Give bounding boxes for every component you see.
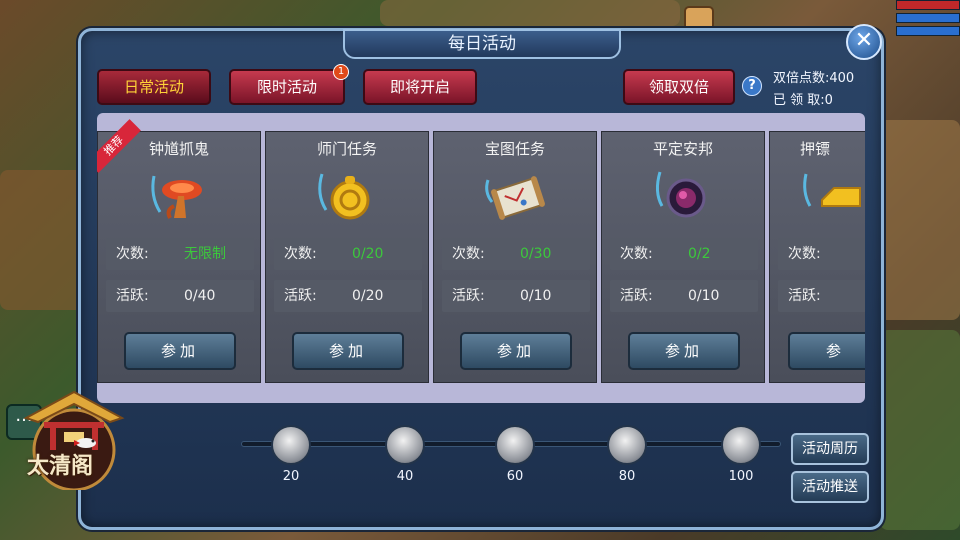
join-button[interactable]: 参加 (460, 332, 572, 370)
daily-activity-panel: 每日活动 日常活动 限时活动 1 即将开启 领取双倍 ? 双倍点数:400 已 … (78, 28, 884, 530)
activity-calendar-button[interactable]: 活动周历 (791, 433, 869, 465)
milestone-reward[interactable]: 60 (495, 425, 535, 484)
activity-name: 平定安邦 (652, 140, 713, 158)
tab-label: 限时活动 (256, 78, 317, 96)
help-icon[interactable]: ? (742, 76, 762, 96)
tab-limited[interactable]: 限时活动 1 (229, 64, 349, 105)
milestone-label: 20 (282, 469, 300, 484)
activity-label: 活跃: (620, 288, 653, 304)
activity-label: 活跃: (116, 288, 149, 304)
count-row: 次数: 0/30 (442, 238, 590, 270)
double-points-label: 双倍点数: (773, 71, 830, 86)
bird-icon (74, 438, 96, 448)
count-label: 次数: (284, 246, 317, 262)
activity-row: 活跃: 0/10 (442, 280, 590, 312)
count-row: 次数: (778, 238, 865, 270)
join-button[interactable]: 参加 (124, 332, 236, 370)
double-points-value: 400 (829, 71, 855, 86)
milestone-reward[interactable]: 40 (385, 425, 425, 484)
activity-row: 活跃: 0/20 (274, 280, 422, 312)
activity-row: 活跃: 0/10 (610, 280, 758, 312)
activity-card: 平定安邦 次数: 0/2 活跃: 0/10 参加 (601, 131, 765, 383)
activity-card: 宝图任务 次数: 0/30 活跃: 0/10 参加 (433, 131, 597, 383)
claimed-label: 已 领 取: (773, 93, 825, 108)
background-roof (380, 0, 680, 26)
activity-card: 押镖 次数: 活跃: 参 (769, 131, 865, 383)
claim-double-button[interactable]: 领取双倍 (623, 69, 735, 105)
background-building (0, 170, 90, 310)
join-button[interactable]: 参加 (292, 332, 404, 370)
count-value: 0/20 (352, 246, 384, 262)
activity-card: 推荐 钟馗抓鬼 次数: 无限制 活跃: 0/40 参加 (97, 119, 261, 383)
count-value: 0/30 (520, 246, 552, 262)
milestone-label: 100 (728, 469, 754, 484)
count-value: 0/2 (688, 246, 711, 262)
reward-chest-icon (721, 425, 761, 465)
milestone-label: 80 (618, 469, 636, 484)
activity-name: 宝图任务 (484, 140, 545, 158)
activity-value: 0/40 (184, 288, 216, 304)
dark-orb-icon (655, 171, 706, 218)
tab-daily[interactable]: 日常活动 (97, 69, 211, 105)
status-bars (896, 0, 960, 44)
count-row: 次数: 0/2 (610, 238, 758, 270)
activity-label: 活跃: (284, 288, 317, 304)
reward-chest-icon (271, 425, 311, 465)
activity-name: 钟馗抓鬼 (148, 140, 209, 158)
close-button[interactable]: ✕ (846, 24, 882, 60)
milestone-label: 60 (506, 469, 524, 484)
notification-badge: 1 (333, 64, 349, 80)
count-row: 次数: 无限制 (106, 238, 254, 270)
count-value: 无限制 (184, 246, 226, 262)
background-tree (880, 330, 960, 530)
milestone-reward[interactable]: 100 (721, 425, 761, 484)
reward-chest-icon (495, 425, 535, 465)
pavilion-name: 太清阁 (26, 454, 93, 479)
join-button[interactable]: 参加 (628, 332, 740, 370)
claimed-value: 0 (824, 93, 833, 108)
double-points-info: 双倍点数:400 已 领 取:0 (773, 68, 854, 112)
tab-upcoming[interactable]: 即将开启 (363, 69, 477, 105)
activity-card: 师门任务 次数: 0/20 活跃: 0/20 参加 (265, 131, 429, 383)
count-label: 次数: (116, 246, 149, 262)
panel-title: 每日活动 (343, 29, 621, 59)
activity-name: 押镖 (800, 140, 831, 158)
join-button[interactable]: 参 (788, 332, 865, 370)
count-label: 次数: (452, 246, 485, 262)
treasure-map-icon (485, 176, 545, 220)
activity-row: 活跃: 0/40 (106, 280, 254, 312)
activity-name: 师门任务 (316, 140, 377, 158)
gold-bar-icon (803, 173, 861, 207)
reward-chest-icon (607, 425, 647, 465)
activity-label: 活跃: (788, 288, 821, 304)
activity-value: 0/10 (688, 288, 720, 304)
activity-card-list[interactable]: 推荐 钟馗抓鬼 次数: 无限制 活跃: 0/40 参加 师门任务 次数: 0/2… (97, 113, 865, 403)
activity-label: 活跃: (452, 288, 485, 304)
mushroom-icon (151, 175, 202, 219)
count-label: 次数: (788, 246, 821, 262)
reward-chest-icon (385, 425, 425, 465)
milestone-reward[interactable]: 20 (271, 425, 311, 484)
activity-row: 活跃: (778, 280, 865, 312)
activity-push-button[interactable]: 活动推送 (791, 471, 869, 503)
activity-value: 0/10 (520, 288, 552, 304)
count-label: 次数: (620, 246, 653, 262)
activity-value: 0/20 (352, 288, 384, 304)
count-row: 次数: 0/20 (274, 238, 422, 270)
milestone-reward[interactable]: 80 (607, 425, 647, 484)
gold-coin-icon (318, 173, 370, 220)
close-icon: ✕ (854, 28, 874, 53)
milestone-label: 40 (396, 469, 414, 484)
